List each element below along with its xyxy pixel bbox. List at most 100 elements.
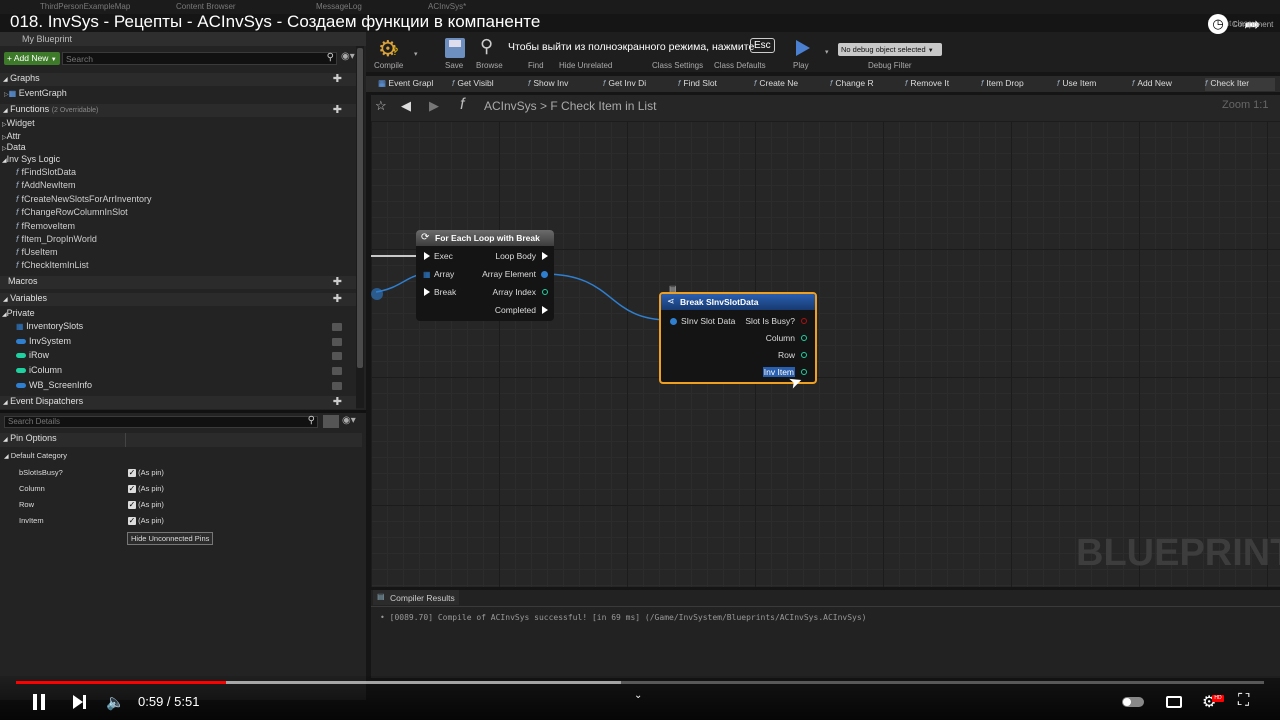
variable-item[interactable]: iColumn (16, 365, 356, 378)
boolean-pin-icon[interactable] (801, 318, 807, 324)
macros-section[interactable]: Macros ✚ (0, 276, 356, 289)
pin-options-section[interactable]: ◢ Pin Options (0, 433, 362, 447)
eye-icon[interactable]: ◉▾ (342, 415, 356, 426)
category-inv-sys-logic[interactable]: ◢Inv Sys Logic (2, 154, 60, 167)
add-graph-icon[interactable]: ✚ (333, 72, 342, 85)
exec-pin-icon[interactable] (542, 306, 548, 314)
exec-pin-icon[interactable] (424, 252, 430, 260)
exec-pin-icon[interactable] (542, 252, 548, 260)
visibility-eye-icon[interactable] (332, 323, 342, 331)
pin-option-value[interactable]: ✓ (As pin) (128, 484, 164, 497)
blueprint-search-input[interactable]: Search ⚲ (62, 52, 337, 65)
tab-event-graph[interactable]: ▦ Event Grapl (378, 78, 433, 91)
struct-pin-icon[interactable] (541, 271, 548, 278)
play-icon[interactable] (796, 40, 810, 56)
visibility-eye-icon[interactable] (332, 382, 342, 390)
integer-pin-icon[interactable] (801, 352, 807, 358)
visibility-eye-icon[interactable] (332, 367, 342, 375)
debug-object-select[interactable]: No debug object selected ▼ (838, 43, 942, 56)
save-icon[interactable] (445, 38, 465, 58)
category-widget[interactable]: ▷Widget (2, 118, 35, 131)
tab-function[interactable]: f Add New (1132, 78, 1172, 91)
pause-button[interactable] (32, 694, 46, 710)
exec-pin-icon[interactable] (424, 288, 430, 296)
integer-pin-icon[interactable] (801, 335, 807, 341)
graphs-section[interactable]: ◢ Graphs ✚ (0, 73, 356, 86)
panel-splitter[interactable] (0, 410, 366, 413)
integer-pin-icon[interactable] (801, 369, 807, 375)
hide-unconnected-pins-button[interactable]: Hide Unconnected Pins (127, 532, 214, 545)
tab-function[interactable]: f Find Slot (678, 78, 717, 91)
search-icon[interactable]: ⚲ (327, 52, 334, 63)
function-item[interactable]: f fCreateNewSlotsForArrInventory (16, 194, 152, 207)
class-defaults-button[interactable]: Class Defaults (714, 61, 766, 70)
eye-icon[interactable]: ◉▾ (341, 51, 355, 62)
property-matrix-icon[interactable] (323, 415, 339, 428)
checkbox[interactable]: ✓ (128, 501, 136, 509)
breadcrumb-root[interactable]: ACInvSys (484, 99, 537, 113)
category-private[interactable]: ◢Private (2, 308, 35, 321)
function-item[interactable]: f fUseItem (16, 247, 58, 260)
class-settings-button[interactable]: Class Settings (652, 61, 703, 70)
struct-pin-icon[interactable] (670, 318, 677, 325)
add-variable-icon[interactable]: ✚ (333, 292, 342, 305)
tab-function[interactable]: f Get Visibl (452, 78, 494, 91)
array-pin-icon[interactable]: ▦ (423, 270, 431, 279)
find-button[interactable]: Find (528, 61, 544, 70)
function-item[interactable]: f fAddNewItem (16, 180, 76, 193)
visibility-eye-icon[interactable] (332, 338, 342, 346)
volume-icon[interactable]: 🔈 (106, 693, 125, 711)
function-item[interactable]: f fRemoveItem (16, 221, 75, 234)
integer-pin-icon[interactable] (542, 289, 548, 295)
details-search-input[interactable]: Search Details ⚲ (4, 415, 318, 428)
add-function-icon[interactable]: ✚ (333, 103, 342, 116)
hide-unrelated-button[interactable]: Hide Unrelated (559, 61, 612, 70)
visibility-eye-icon[interactable] (332, 352, 342, 360)
break-struct-node[interactable]: ⋖ Break SInvSlotData SInv Slot Data Slot… (659, 292, 817, 384)
checkbox[interactable]: ✓ (128, 469, 136, 477)
variable-item[interactable]: iRow (16, 350, 356, 363)
function-item[interactable]: f fItem_DropInWorld (16, 234, 97, 247)
pin-option-value[interactable]: ✓ (As pin) (128, 516, 164, 529)
default-category-row[interactable]: ◢ Default Category (4, 451, 67, 464)
add-new-button[interactable]: + Add New ▼ (4, 52, 60, 65)
autoplay-toggle[interactable] (1122, 697, 1144, 707)
tab-function[interactable]: f Create Ne (754, 78, 798, 91)
compile-button[interactable]: ⚙ ? (376, 36, 404, 62)
watch-later-icon[interactable]: ◷ (1208, 14, 1228, 34)
functions-section[interactable]: ◢ Functions (2 Overridable) ✚ (0, 104, 356, 117)
play-dropdown-icon[interactable]: ▾ (825, 48, 829, 56)
variables-section[interactable]: ◢ Variables ✚ (0, 293, 356, 306)
variable-item[interactable]: ▦ InventorySlots (16, 321, 356, 334)
compile-dropdown-icon[interactable]: ▾ (414, 50, 418, 58)
tab-function[interactable]: f Item Drop (981, 78, 1024, 91)
chevron-down-icon[interactable]: ⌄ (634, 690, 642, 701)
tab-function[interactable]: f Show Inv (528, 78, 568, 91)
function-item[interactable]: f fFindSlotData (16, 167, 76, 180)
checkbox[interactable]: ✓ (128, 485, 136, 493)
favorite-star-icon[interactable]: ☆ (375, 98, 387, 114)
tab-function-active[interactable]: f Check Iter (1205, 78, 1275, 91)
compiler-results-tab[interactable]: ▤ Compiler Results (373, 590, 459, 605)
back-arrow-icon[interactable]: ◀ (401, 98, 411, 114)
variable-item[interactable]: InvSystem (16, 336, 356, 349)
pin-option-value[interactable]: ✓ (As pin) (128, 468, 164, 481)
function-item[interactable]: f fChangeRowColumnInSlot (16, 207, 128, 220)
event-dispatchers-section[interactable]: ◢ Event Dispatchers ✚ (0, 396, 356, 409)
panel-scrollbar[interactable] (356, 46, 364, 408)
checkbox[interactable]: ✓ (128, 517, 136, 525)
breadcrumb-current[interactable]: F Check Item in List (550, 99, 656, 113)
browse-icon[interactable]: ⚲ (480, 36, 493, 57)
next-video-button[interactable] (73, 695, 87, 709)
scrollbar-thumb[interactable] (357, 48, 363, 368)
for-each-loop-node[interactable]: ⟳ For Each Loop with Break Exec ▦ Array … (416, 230, 554, 321)
add-dispatcher-icon[interactable]: ✚ (333, 395, 342, 408)
function-item[interactable]: f fCheckItemInList (16, 260, 89, 273)
tab-function[interactable]: f Remove It (905, 78, 949, 91)
tab-function[interactable]: f Change R (830, 78, 874, 91)
tab-function[interactable]: f Get Inv Di (603, 78, 646, 91)
subtitles-icon[interactable] (1166, 696, 1182, 708)
event-graph-item[interactable]: ▷▦ EventGraph (4, 88, 67, 101)
tab-function[interactable]: f Use Item (1057, 78, 1096, 91)
add-macro-icon[interactable]: ✚ (333, 275, 342, 288)
